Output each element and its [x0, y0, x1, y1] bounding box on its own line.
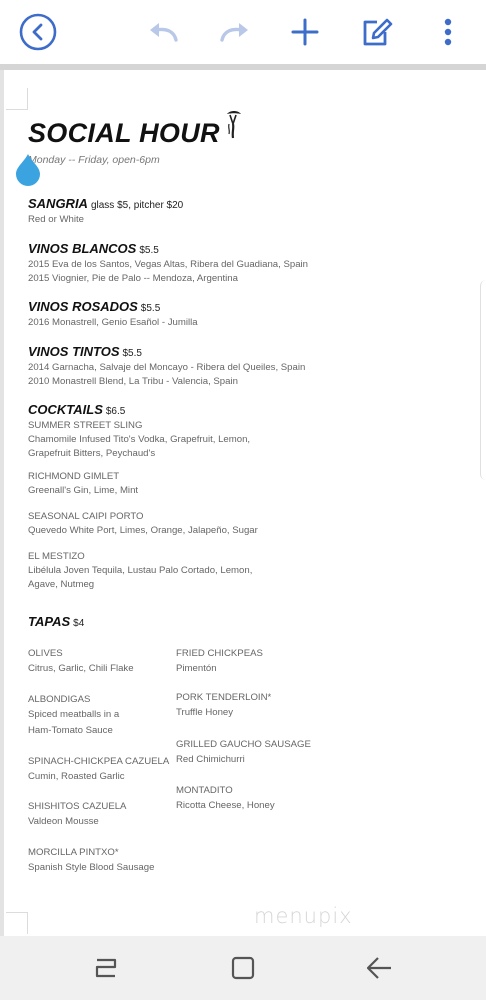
section-price: $5.5: [140, 303, 161, 314]
tapa-desc: Pimentón: [176, 663, 217, 674]
tapa-desc: Spanish Style Blood Sausage: [28, 862, 155, 873]
more-options-button[interactable]: [428, 12, 468, 52]
section-cocktails: COCKTAILS $6.5 SUMMER STREET SLING Chamom…: [28, 401, 250, 461]
section-line: 2014 Garnacha, Salvaje del Moncayo - Rib…: [28, 362, 306, 373]
system-nav-bar: [0, 936, 486, 1000]
undo-button[interactable]: [144, 12, 184, 52]
scroll-handle[interactable]: [480, 280, 486, 480]
crop-corner-bottom-left: [6, 912, 28, 934]
cocktail-desc: Greenall's Gin, Lime, Mint: [28, 485, 139, 496]
recent-apps-icon: [95, 958, 117, 978]
section-name: COCKTAILS: [28, 402, 103, 417]
tapa-desc: Ham-Tomato Sauce: [28, 724, 113, 736]
section-price: $5.5: [122, 348, 142, 359]
add-button[interactable]: [285, 12, 325, 52]
tapa-name: GRILLED GAUCHO SAUSAGE: [176, 739, 311, 750]
tapa-name: FRIED CHICKPEAS: [176, 648, 263, 659]
more-vertical-icon: [444, 18, 452, 46]
cocktail-name: SEASONAL CAIPI PORTO: [28, 511, 144, 522]
tapa-item: MORCILLA PINTXO* Spanish Style Blood Sau…: [28, 846, 154, 876]
section-line: 2010 Monastrell Blend, La Tribu - Valenc…: [28, 376, 238, 387]
edit-button[interactable]: [357, 12, 397, 52]
tapa-name: MONTADITO: [176, 785, 233, 796]
tapa-name: PORK TENDERLOIN*: [176, 692, 272, 703]
section-vinos-rosados: VINOS ROSADOS $5.5 2016 Monastrell, Genio…: [28, 298, 198, 330]
back-arrow-icon: [366, 957, 391, 979]
tapa-item: OLIVES Citrus, Garlic, Chili Flake: [28, 647, 134, 677]
top-toolbar: [0, 0, 486, 64]
undo-icon: [150, 23, 178, 42]
home-button[interactable]: [228, 954, 258, 982]
cocktail-desc: Agave, Nutmeg: [28, 579, 95, 590]
crop-corner-top-left: [6, 88, 28, 110]
section-line: 2015 Eva de los Santos, Vegas Altas, Rib…: [28, 259, 309, 270]
tapa-name: SHISHITOS CAZUELA: [28, 801, 127, 812]
recent-apps-button[interactable]: [91, 954, 121, 982]
tapa-desc: Spiced meatballs in a: [28, 709, 120, 720]
section-name: SANGRIA: [28, 196, 88, 211]
section-line: 2015 Viognier, Pie de Palo -- Mendoza, A…: [28, 273, 238, 284]
circle-chevron-left-icon: [19, 13, 57, 51]
tapa-item: SPINACH-CHICKPEA CAZUELA Cumin, Roasted …: [28, 755, 169, 785]
tapa-desc: Valdeon Mousse: [28, 816, 99, 827]
tapa-desc: Red Chimichurri: [176, 754, 245, 765]
tapa-item: GRILLED GAUCHO SAUSAGE Red Chimichurri: [176, 738, 311, 768]
menu-title: SOCIAL HOUR: [28, 118, 220, 148]
section-name: VINOS TINTOS: [28, 344, 120, 359]
section-line: Red or White: [28, 214, 84, 225]
section-price: $5.5: [139, 245, 159, 256]
section-price: $4: [73, 618, 85, 629]
cocktail-name: RICHMOND GIMLET: [28, 471, 120, 482]
title-row: SOCIAL HOUR: [28, 111, 244, 149]
watermark: menupix: [254, 904, 353, 928]
cocktail-richmond-gimlet: RICHMOND GIMLET Greenall's Gin, Lime, Mi…: [28, 470, 138, 498]
cocktail-name: SUMMER STREET SLING: [28, 420, 143, 431]
system-back-button[interactable]: [364, 954, 394, 982]
section-line: 2016 Monastrell, Genio Esañol - Jumilla: [28, 317, 198, 328]
tapa-desc: Ricotta Cheese, Honey: [176, 800, 275, 811]
opening-hours: Monday -- Friday, open-6pm: [28, 154, 160, 166]
tapa-item: SHISHITOS CAZUELA Valdeon Mousse: [28, 800, 126, 830]
tapa-item: MONTADITO Ricotta Cheese, Honey: [176, 784, 275, 814]
text-cursor-handle[interactable]: [14, 152, 42, 186]
tapa-desc: Truffle Honey: [176, 707, 234, 718]
tapa-name: ALBONDIGAS: [28, 694, 91, 705]
section-name: VINOS ROSADOS: [28, 299, 138, 314]
redo-icon: [220, 23, 248, 42]
cocktail-desc: Grapefruit Bitters, Peychaud's: [28, 448, 156, 459]
section-vinos-blancos: VINOS BLANCOS $5.5 2015 Eva de los Santos…: [28, 240, 308, 286]
section-name: VINOS BLANCOS: [28, 241, 137, 256]
tapa-desc: Cumin, Roasted Garlic: [28, 771, 125, 782]
section-vinos-tintos: VINOS TINTOS $5.5 2014 Garnacha, Salvaje …: [28, 343, 305, 389]
cocktail-seasonal-caipi-porto: SEASONAL CAIPI PORTO Quevedo White Port,…: [28, 510, 258, 538]
cocktail-desc: Chamomile Infused Tito's Vodka, Grapefru…: [28, 434, 251, 445]
section-price: glass $5, pitcher $20: [90, 200, 184, 211]
cocktail-desc: Libélula Joven Tequila, Lustau Palo Cort…: [28, 565, 253, 576]
section-tapas: TAPAS $4: [28, 613, 84, 631]
edit-note-icon: [363, 18, 393, 46]
tapa-name: OLIVES: [28, 648, 63, 659]
back-button[interactable]: [18, 12, 58, 52]
tapa-item: FRIED CHICKPEAS Pimentón: [176, 647, 263, 677]
section-name: TAPAS: [28, 614, 71, 629]
restaurant-logo: [226, 111, 241, 139]
tapa-name: MORCILLA PINTXO*: [28, 847, 119, 858]
section-sangria: SANGRIA glass $5, pitcher $20 Red or Whit…: [28, 195, 183, 227]
cocktail-name: EL MESTIZO: [28, 551, 85, 562]
cocktail-desc: Quevedo White Port, Limes, Orange, Jalap…: [28, 525, 258, 536]
tapa-item: PORK TENDERLOIN* Truffle Honey: [176, 691, 271, 721]
home-square-icon: [231, 956, 255, 980]
redo-button[interactable]: [214, 12, 254, 52]
tapa-item: ALBONDIGAS Spiced meatballs in a Ham-Tom…: [28, 693, 119, 738]
tapa-name: SPINACH-CHICKPEA CAZUELA: [28, 756, 170, 767]
section-price: $6.5: [105, 406, 126, 417]
tapa-desc: Citrus, Garlic, Chili Flake: [28, 663, 134, 674]
cocktail-el-mestizo: EL MESTIZO Libélula Joven Tequila, Lusta…: [28, 550, 252, 592]
plus-icon: [291, 18, 319, 46]
